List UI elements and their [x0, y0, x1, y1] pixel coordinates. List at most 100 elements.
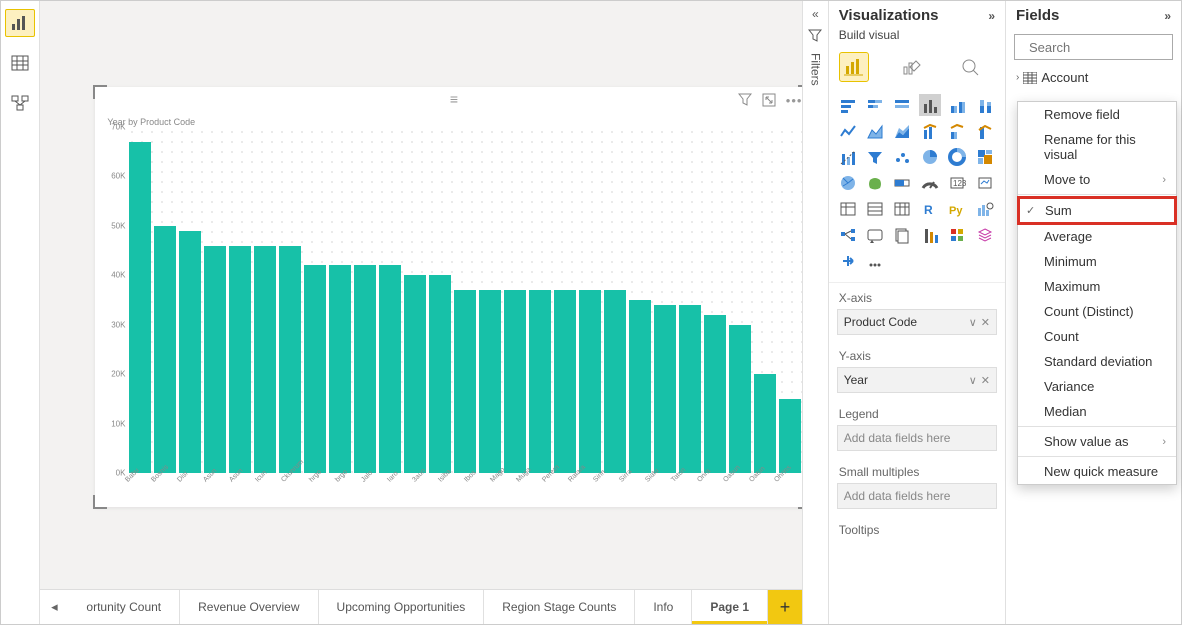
bar[interactable]: [404, 275, 426, 473]
viz-type-icon[interactable]: 123: [946, 172, 968, 194]
page-tab[interactable]: Page 1: [692, 590, 768, 624]
viz-type-icon[interactable]: [919, 94, 941, 116]
bar[interactable]: [604, 290, 626, 473]
build-visual-tab[interactable]: [839, 52, 869, 82]
fields-search-box[interactable]: [1014, 34, 1173, 60]
bar[interactable]: [179, 231, 201, 473]
viz-type-icon[interactable]: [864, 172, 886, 194]
bar[interactable]: [329, 265, 351, 473]
remove-field-icon[interactable]: ✕: [981, 316, 990, 329]
viz-type-icon[interactable]: [837, 94, 859, 116]
viz-type-icon[interactable]: [974, 146, 996, 168]
menu-new-quick-measure[interactable]: New quick measure: [1018, 459, 1176, 484]
collapse-viz-pane[interactable]: »: [988, 9, 995, 23]
page-tab[interactable]: ortunity Count: [68, 590, 180, 624]
report-view-icon[interactable]: [5, 9, 35, 37]
viz-type-icon[interactable]: R: [919, 198, 941, 220]
page-nav-prev[interactable]: ◂: [40, 590, 68, 624]
model-view-icon[interactable]: [5, 89, 35, 117]
bar[interactable]: [154, 226, 176, 473]
viz-type-icon[interactable]: [919, 120, 941, 142]
focus-mode-icon[interactable]: [762, 93, 776, 110]
yaxis-well[interactable]: Year ∨✕: [837, 367, 997, 393]
viz-type-icon[interactable]: [974, 94, 996, 116]
viz-type-icon[interactable]: [837, 198, 859, 220]
expand-filters-icon[interactable]: «: [812, 7, 819, 21]
viz-type-icon[interactable]: [946, 146, 968, 168]
viz-type-icon[interactable]: [974, 172, 996, 194]
more-options-icon[interactable]: •••: [786, 93, 802, 110]
add-page-button[interactable]: +: [768, 590, 802, 624]
viz-type-icon[interactable]: [864, 224, 886, 246]
chart-visual[interactable]: ≡ ••• Year by Product Code 0K10K20K30K40…: [95, 87, 802, 507]
data-view-icon[interactable]: [5, 49, 35, 77]
drag-handle-icon[interactable]: ≡: [450, 91, 456, 107]
viz-type-icon[interactable]: [919, 224, 941, 246]
menu-std-dev[interactable]: Standard deviation: [1018, 349, 1176, 374]
menu-remove-field[interactable]: Remove field: [1018, 102, 1176, 127]
viz-type-icon[interactable]: [919, 172, 941, 194]
collapse-fields-pane[interactable]: »: [1164, 9, 1171, 23]
viz-type-icon[interactable]: [946, 94, 968, 116]
bar[interactable]: [504, 290, 526, 473]
viz-type-icon[interactable]: [891, 224, 913, 246]
bar[interactable]: [754, 374, 776, 473]
bar[interactable]: [629, 300, 651, 473]
bar[interactable]: [129, 142, 151, 473]
bar[interactable]: [379, 265, 401, 473]
menu-sum[interactable]: ✓Sum: [1017, 196, 1177, 225]
viz-type-icon[interactable]: [891, 146, 913, 168]
viz-type-icon[interactable]: [837, 250, 859, 272]
bar[interactable]: [204, 246, 226, 473]
viz-type-icon[interactable]: [946, 224, 968, 246]
viz-type-icon[interactable]: [974, 120, 996, 142]
page-tab[interactable]: Upcoming Opportunities: [319, 590, 485, 624]
bar[interactable]: [279, 246, 301, 473]
bar[interactable]: [429, 275, 451, 473]
viz-type-icon[interactable]: [837, 172, 859, 194]
page-tab[interactable]: Revenue Overview: [180, 590, 318, 624]
bar[interactable]: [354, 265, 376, 473]
bar[interactable]: [729, 325, 751, 473]
viz-type-icon[interactable]: [837, 146, 859, 168]
bar[interactable]: [454, 290, 476, 473]
viz-type-icon[interactable]: [919, 146, 941, 168]
bar[interactable]: [304, 265, 326, 473]
bar[interactable]: [529, 290, 551, 473]
bar[interactable]: [579, 290, 601, 473]
menu-variance[interactable]: Variance: [1018, 374, 1176, 399]
table-account-row[interactable]: › Account: [1006, 68, 1181, 87]
resize-handle-br[interactable]: [798, 495, 802, 509]
bar[interactable]: [229, 246, 251, 473]
small-multiples-well[interactable]: Add data fields here: [837, 483, 997, 509]
viz-type-icon[interactable]: [864, 120, 886, 142]
analytics-tab[interactable]: [955, 52, 985, 82]
menu-count[interactable]: Count: [1018, 324, 1176, 349]
viz-type-icon[interactable]: [864, 250, 886, 272]
viz-type-icon[interactable]: [891, 198, 913, 220]
format-visual-tab[interactable]: [897, 52, 927, 82]
resize-handle-tl[interactable]: [93, 85, 107, 99]
bar[interactable]: [254, 246, 276, 473]
bar[interactable]: [679, 305, 701, 473]
viz-type-icon[interactable]: [891, 94, 913, 116]
chevron-down-icon[interactable]: ∨: [969, 374, 977, 387]
menu-median[interactable]: Median: [1018, 399, 1176, 424]
filters-label[interactable]: Filters: [808, 53, 822, 86]
viz-type-icon[interactable]: [837, 224, 859, 246]
viz-type-icon[interactable]: [864, 198, 886, 220]
chevron-down-icon[interactable]: ∨: [969, 316, 977, 329]
menu-count-distinct[interactable]: Count (Distinct): [1018, 299, 1176, 324]
menu-show-value-as[interactable]: Show value as›: [1018, 429, 1176, 454]
bar[interactable]: [654, 305, 676, 473]
viz-type-icon[interactable]: [891, 120, 913, 142]
viz-type-icon[interactable]: [837, 120, 859, 142]
bar[interactable]: [704, 315, 726, 473]
xaxis-well[interactable]: Product Code ∨✕: [837, 309, 997, 335]
menu-minimum[interactable]: Minimum: [1018, 249, 1176, 274]
viz-type-icon[interactable]: [974, 224, 996, 246]
menu-average[interactable]: Average: [1018, 224, 1176, 249]
viz-type-icon[interactable]: Py: [946, 198, 968, 220]
viz-type-icon[interactable]: [864, 146, 886, 168]
page-tab[interactable]: Info: [635, 590, 692, 624]
